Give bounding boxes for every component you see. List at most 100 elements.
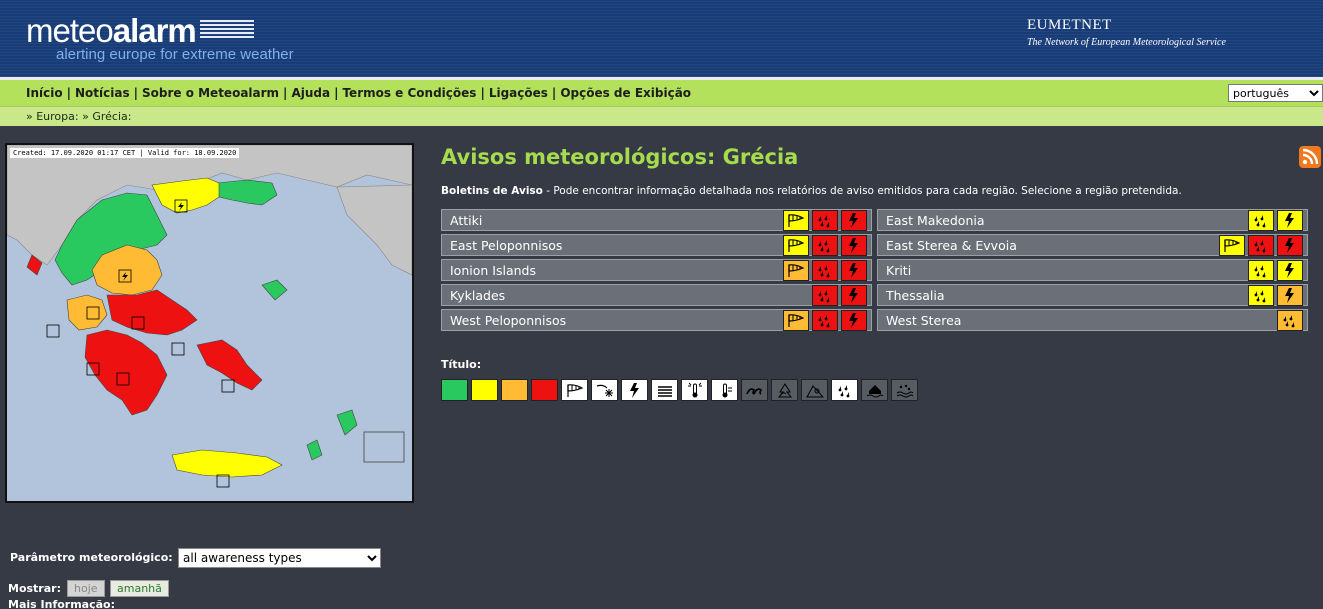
map-region-kyklades[interactable]: [196, 339, 263, 391]
nav-link-0[interactable]: Início: [26, 86, 63, 100]
map-turkey: [336, 184, 412, 276]
region-row[interactable]: Kyklades: [441, 284, 872, 306]
thunder-icon: [841, 310, 867, 331]
region-name[interactable]: East Sterea & Evvoia: [886, 238, 1017, 253]
region-name[interactable]: Ionion Islands: [450, 263, 536, 278]
breadcrumb-item-europa[interactable]: Europa:: [36, 110, 78, 123]
nav-separator: |: [66, 86, 71, 100]
region-warning-icons: [1248, 260, 1303, 281]
today-button[interactable]: hoje: [67, 580, 105, 597]
yellow-level-icon[interactable]: [471, 379, 498, 401]
map-inset-box: [363, 431, 405, 463]
param-label: Parâmetro meteorológico:: [10, 551, 173, 564]
nav-link-3[interactable]: Ajuda: [291, 86, 330, 100]
region-warning-icons: [812, 285, 867, 306]
wind-icon: [783, 210, 809, 231]
breadcrumb-item-grecia[interactable]: Grécia:: [92, 110, 131, 123]
region-name[interactable]: East Makedonia: [886, 213, 985, 228]
nav-links: Início | Notícias | Sobre o Meteoalarm | Ajuda…: [26, 86, 691, 100]
region-name[interactable]: Kriti: [886, 263, 911, 278]
region-name[interactable]: West Sterea: [886, 313, 961, 328]
rain-icon: [1248, 260, 1274, 281]
legend: [441, 379, 918, 401]
region-name[interactable]: Attiki: [450, 213, 482, 228]
wind-icon[interactable]: [561, 379, 588, 401]
show-label: Mostrar:: [8, 582, 61, 595]
region-row[interactable]: Thessalia: [877, 284, 1308, 306]
cold-icon[interactable]: [711, 379, 738, 401]
rain-icon: [1248, 210, 1274, 231]
rain-icon: [812, 310, 838, 331]
region-warning-icons: [1248, 285, 1303, 306]
red-level-icon[interactable]: [531, 379, 558, 401]
map-region-east-sterea[interactable]: [106, 289, 198, 336]
greece-warning-map[interactable]: Created: 17.09.2020 01:17 CET | Valid fo…: [5, 143, 414, 503]
nav-link-6[interactable]: Opções de Exibição: [560, 86, 691, 100]
region-name[interactable]: West Peloponnisos: [450, 313, 566, 328]
rain-icon: [812, 235, 838, 256]
snow-icon[interactable]: [591, 379, 618, 401]
rain-icon[interactable]: [831, 379, 858, 401]
region-row[interactable]: East Peloponnisos: [441, 234, 872, 256]
region-name[interactable]: Thessalia: [886, 288, 945, 303]
flood-icon[interactable]: [861, 379, 888, 401]
more-info-label: Mais Informação:: [8, 598, 115, 609]
meteoalarm-logo[interactable]: meteoalarm alerting europe for extreme w…: [26, 14, 294, 63]
green-level-icon[interactable]: [441, 379, 468, 401]
map-island: [261, 279, 288, 301]
region-name[interactable]: Kyklades: [450, 288, 505, 303]
breadcrumb: » Europa: » Grécia:: [26, 110, 131, 123]
map-region-green-east[interactable]: [216, 179, 278, 206]
region-name[interactable]: East Peloponnisos: [450, 238, 562, 253]
region-row[interactable]: East Makedonia: [877, 209, 1308, 231]
region-row[interactable]: East Sterea & Evvoia: [877, 234, 1308, 256]
rainflood-icon[interactable]: [891, 379, 918, 401]
eumetnet-title: EUMETNET: [1027, 17, 1112, 33]
map-region-peloponnisos[interactable]: [84, 329, 168, 416]
map-created-label: Created: 17.09.2020 01:17 CET | Valid fo…: [10, 148, 240, 158]
rain-icon: [1248, 235, 1274, 256]
map-marker-thunder-icon: [46, 324, 60, 338]
thunder-icon: [841, 285, 867, 306]
nav-link-4[interactable]: Termos e Condições: [342, 86, 476, 100]
region-warning-icons: [783, 260, 867, 281]
orange-level-icon[interactable]: [501, 379, 528, 401]
map-marker-thunder-icon: [171, 342, 185, 356]
nav-link-2[interactable]: Sobre o Meteoalarm: [142, 86, 279, 100]
region-row[interactable]: Attiki: [441, 209, 872, 231]
region-row[interactable]: Kriti: [877, 259, 1308, 281]
rain-icon: [1277, 310, 1303, 331]
region-warning-icons: [783, 210, 867, 231]
avalanche-icon[interactable]: [801, 379, 828, 401]
eumetnet-subtitle: The Network of European Meteorological S…: [1027, 37, 1226, 48]
eumetnet-logo[interactable]: EUMETNET The Network of European Meteoro…: [1027, 17, 1226, 48]
region-warning-icons: [783, 235, 867, 256]
fog-icon[interactable]: [651, 379, 678, 401]
param-select[interactable]: all awareness types: [178, 548, 381, 568]
legend-title: Título:: [441, 358, 482, 371]
thunder-icon: [841, 235, 867, 256]
rss-icon[interactable]: [1299, 146, 1321, 168]
region-row[interactable]: West Peloponnisos: [441, 309, 872, 331]
region-warning-icons: [783, 310, 867, 331]
thunder-icon: [1277, 285, 1303, 306]
forest-icon[interactable]: [771, 379, 798, 401]
region-row[interactable]: West Sterea: [877, 309, 1308, 331]
nav-separator: |: [133, 86, 138, 100]
page-title: Avisos meteorológicos: Grécia: [441, 145, 799, 169]
wind-icon: [783, 235, 809, 256]
map-region-kriti[interactable]: [171, 449, 283, 478]
thunder-icon: [1277, 210, 1303, 231]
thunder-icon: [1277, 235, 1303, 256]
region-row[interactable]: Ionion Islands: [441, 259, 872, 281]
nav-link-5[interactable]: Ligações: [489, 86, 548, 100]
region-list-right: East Makedonia East Sterea & Evvoia Kriti T…: [877, 209, 1308, 334]
heat-icon[interactable]: [681, 379, 708, 401]
tomorrow-button[interactable]: amanhã: [110, 580, 169, 597]
thunder-icon[interactable]: [621, 379, 648, 401]
language-select[interactable]: português: [1228, 84, 1323, 102]
coastal-icon[interactable]: [741, 379, 768, 401]
region-warning-icons: [1248, 210, 1303, 231]
nav-link-1[interactable]: Notícias: [75, 86, 130, 100]
region-warning-icons: [1219, 235, 1303, 256]
